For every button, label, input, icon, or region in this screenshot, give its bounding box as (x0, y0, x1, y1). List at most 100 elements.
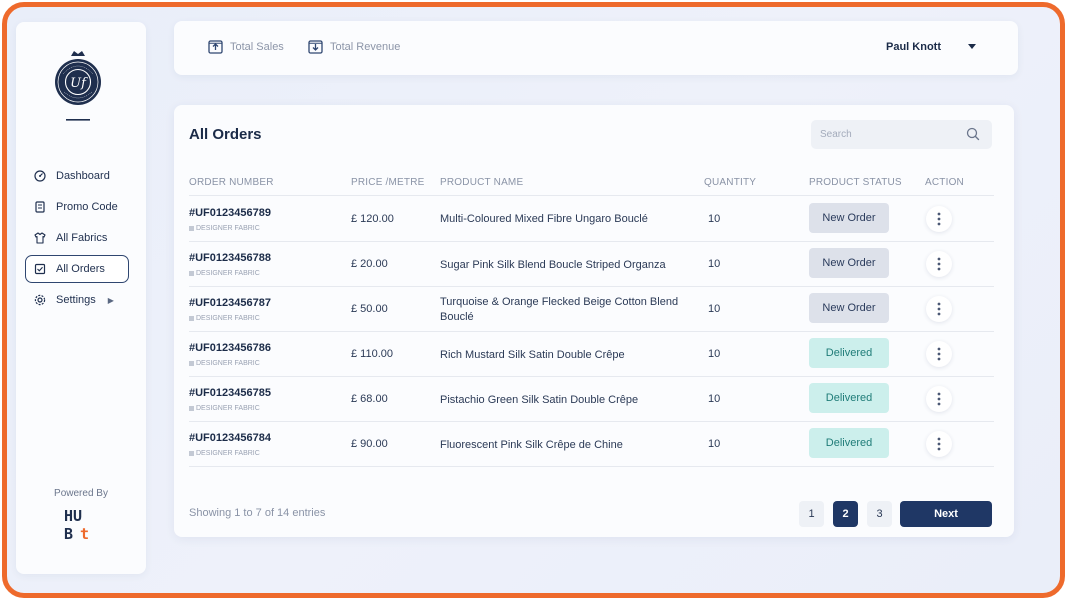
page-button-2[interactable]: 2 (833, 501, 858, 527)
total-sales-label: Total Sales (230, 41, 284, 53)
sidebar-item-settings[interactable]: Settings ▶ (25, 286, 129, 314)
order-number[interactable]: #UF0123456786 (189, 342, 271, 354)
sidebar-item-all-fabrics[interactable]: All Fabrics (25, 224, 129, 252)
total-revenue-link[interactable]: Total Revenue (308, 40, 400, 54)
column-header-price[interactable]: PRICE /METRE (351, 177, 425, 188)
product-name: Fluorescent Pink Silk Crêpe de Chine (440, 439, 623, 451)
price: £ 68.00 (351, 393, 388, 405)
total-sales-link[interactable]: Total Sales (208, 40, 284, 54)
fabric-type: DESIGNER FABRIC (189, 405, 260, 412)
search-icon[interactable] (966, 127, 980, 141)
table-row[interactable]: #UF0123456784 DESIGNER FABRIC £ 90.00 Fl… (189, 422, 994, 467)
promo-tag-icon (34, 201, 46, 213)
fabric-type: DESIGNER FABRIC (189, 450, 260, 457)
page-button-3[interactable]: 3 (867, 501, 892, 527)
table-row[interactable]: #UF0123456786 DESIGNER FABRIC £ 110.00 R… (189, 332, 994, 377)
column-header-action: ACTION (925, 177, 964, 188)
unique-fabrics-logo: Uf (55, 51, 101, 121)
sidebar-item-label: All Fabrics (56, 232, 108, 244)
product-name: Pistachio Green Silk Satin Double Crêpe (440, 394, 639, 406)
orders-card: All Orders ORDER NUMBER PRICE /METRE PRO… (174, 105, 1014, 537)
fabric-type-label: DESIGNER FABRIC (196, 360, 260, 367)
app-frame: Uf Dashboard Promo Code All Fabrics All … (2, 2, 1065, 598)
fabric-type-label: DESIGNER FABRIC (196, 315, 260, 322)
upload-tray-icon (208, 40, 223, 54)
download-tray-icon (308, 40, 323, 54)
more-vertical-icon (937, 212, 941, 226)
column-header-quantity[interactable]: QUANTITY (704, 177, 756, 188)
svg-text:Uf: Uf (70, 76, 88, 91)
row-action-button[interactable] (926, 296, 952, 322)
hubt-logo: HU B t (64, 507, 89, 543)
status-badge[interactable]: New Order (809, 203, 889, 233)
fabric-type: DESIGNER FABRIC (189, 225, 260, 232)
orders-clipboard-icon (34, 263, 46, 275)
more-vertical-icon (937, 347, 941, 361)
fabric-square-icon (189, 316, 194, 321)
fabric-square-icon (189, 226, 194, 231)
fabric-type-label: DESIGNER FABRIC (196, 450, 260, 457)
column-header-product-status[interactable]: PRODUCT STATUS (809, 177, 902, 188)
fabric-type-label: DESIGNER FABRIC (196, 405, 260, 412)
product-name: Rich Mustard Silk Satin Double Crêpe (440, 349, 625, 361)
row-action-button[interactable] (926, 386, 952, 412)
order-number[interactable]: #UF0123456789 (189, 207, 271, 219)
fabric-type: DESIGNER FABRIC (189, 315, 260, 322)
quantity: 10 (708, 348, 721, 360)
status-badge[interactable]: New Order (809, 293, 889, 323)
next-page-button[interactable]: Next (900, 501, 992, 527)
total-revenue-label: Total Revenue (330, 41, 401, 53)
dashboard-gauge-icon (34, 170, 46, 182)
status-badge[interactable]: New Order (809, 248, 889, 278)
status-badge[interactable]: Delivered (809, 383, 889, 413)
quantity: 10 (708, 303, 721, 315)
table-row[interactable]: #UF0123456785 DESIGNER FABRIC £ 68.00 Pi… (189, 377, 994, 422)
row-action-button[interactable] (926, 206, 952, 232)
row-action-button[interactable] (926, 431, 952, 457)
row-action-button[interactable] (926, 251, 952, 277)
order-number[interactable]: #UF0123456784 (189, 432, 271, 444)
fabric-type-label: DESIGNER FABRIC (196, 225, 260, 232)
order-number[interactable]: #UF0123456787 (189, 297, 271, 309)
table-row[interactable]: #UF0123456788 DESIGNER FABRIC £ 20.00 Su… (189, 242, 994, 287)
sidebar-item-label: Dashboard (56, 170, 110, 182)
product-name: Sugar Pink Silk Blend Boucle Striped Org… (440, 259, 666, 271)
more-vertical-icon (937, 302, 941, 316)
more-vertical-icon (937, 257, 941, 271)
sidebar-item-all-orders[interactable]: All Orders (25, 255, 129, 283)
fabric-square-icon (189, 406, 194, 411)
column-header-order-number[interactable]: ORDER NUMBER (189, 177, 274, 188)
status-badge[interactable]: Delivered (809, 428, 889, 458)
fabric-type-label: DESIGNER FABRIC (196, 270, 260, 277)
quantity: 10 (708, 258, 721, 270)
table-row[interactable]: #UF0123456789 DESIGNER FABRIC £ 120.00 M… (189, 197, 994, 242)
more-vertical-icon (937, 392, 941, 406)
price: £ 20.00 (351, 258, 388, 270)
caret-down-icon[interactable] (968, 44, 976, 49)
price: £ 120.00 (351, 213, 394, 225)
fabric-square-icon (189, 271, 194, 276)
sidebar-item-label: Promo Code (56, 201, 118, 213)
fabric-type: DESIGNER FABRIC (189, 360, 260, 367)
row-action-button[interactable] (926, 341, 952, 367)
order-number[interactable]: #UF0123456785 (189, 387, 271, 399)
sidebar-item-label: All Orders (56, 263, 105, 275)
table-row[interactable]: #UF0123456787 DESIGNER FABRIC £ 50.00 Tu… (189, 287, 994, 332)
page-button-1[interactable]: 1 (799, 501, 824, 527)
price: £ 110.00 (351, 348, 394, 360)
svg-text:HU: HU (64, 507, 82, 525)
user-name[interactable]: Paul Knott (886, 41, 941, 53)
sidebar-item-promo-code[interactable]: Promo Code (25, 193, 129, 221)
status-badge[interactable]: Delivered (809, 338, 889, 368)
product-name: Turquoise & Orange Flecked Beige Cotton … (440, 296, 679, 323)
sidebar-item-dashboard[interactable]: Dashboard (25, 162, 129, 190)
price: £ 90.00 (351, 438, 388, 450)
order-number[interactable]: #UF0123456788 (189, 252, 271, 264)
powered-by-label: Powered By (54, 488, 108, 499)
product-name: Multi-Coloured Mixed Fibre Ungaro Bouclé (440, 213, 648, 225)
column-header-product-name[interactable]: PRODUCT NAME (440, 177, 523, 188)
page-title: All Orders (189, 126, 262, 143)
search-input[interactable] (811, 120, 992, 149)
sidebar-nav: Dashboard Promo Code All Fabrics All Ord… (25, 162, 129, 317)
top-bar: Total Sales Total Revenue Paul Knott (174, 21, 1018, 75)
